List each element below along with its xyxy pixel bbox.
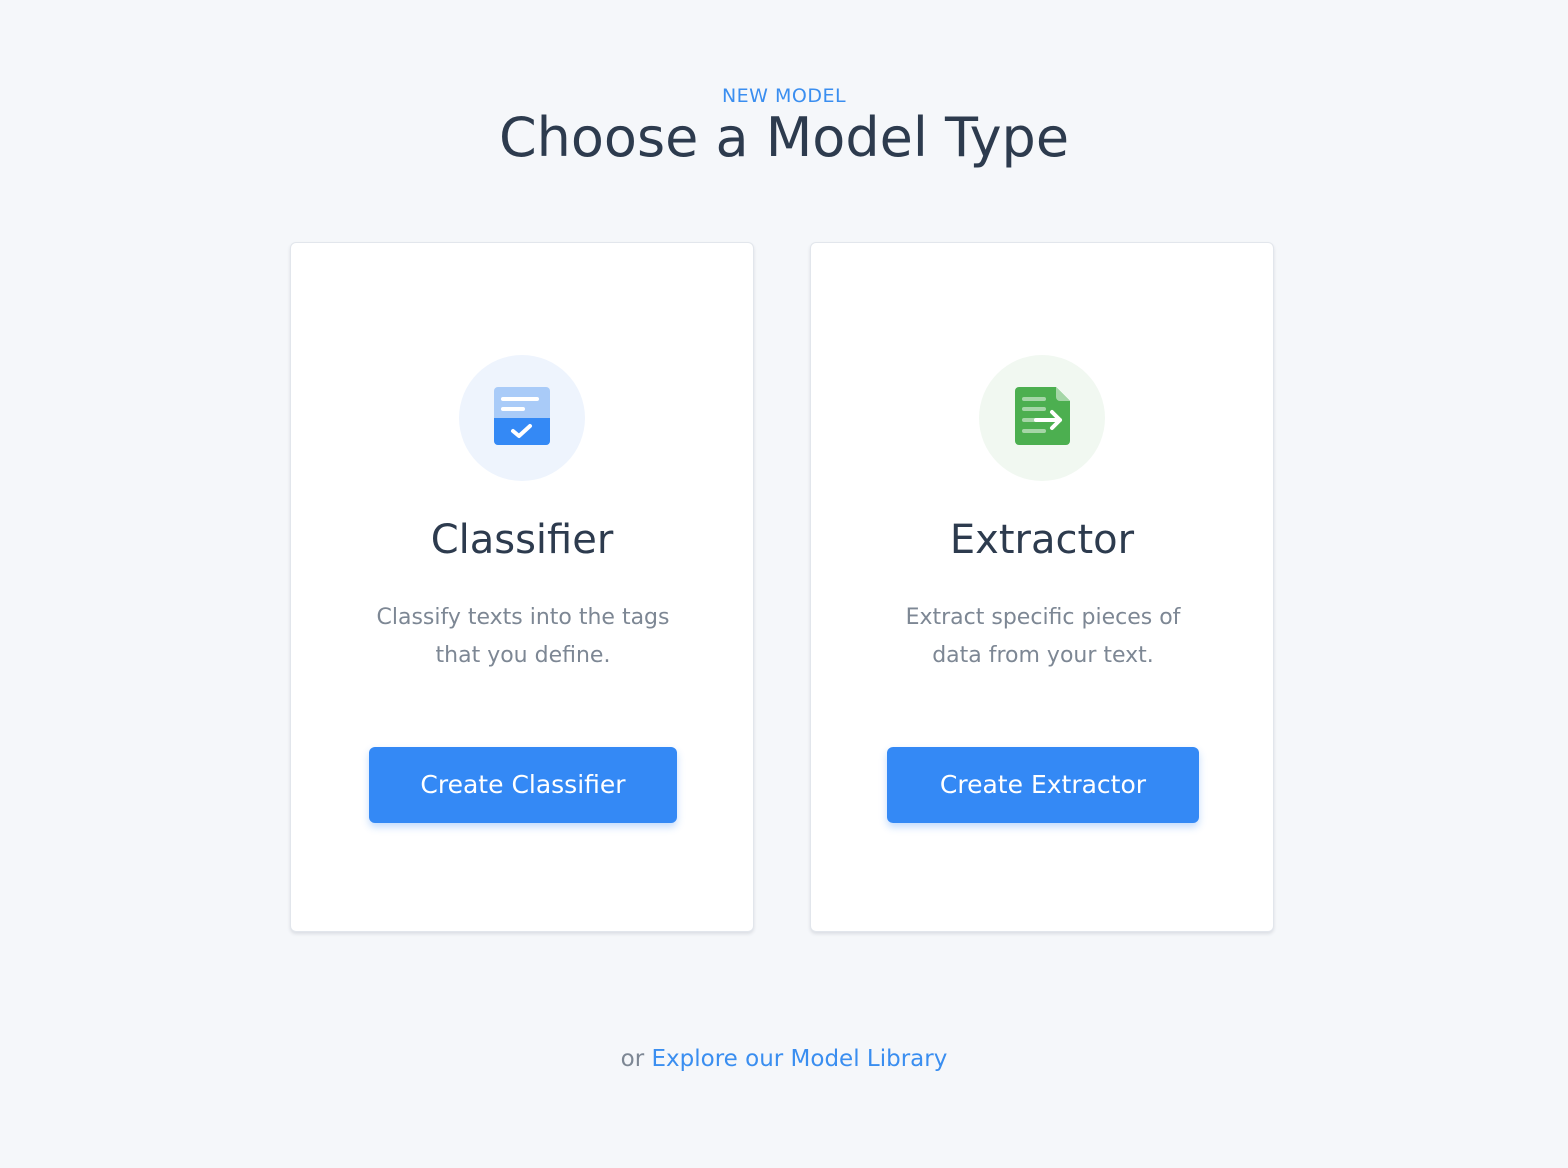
classifier-title: Classifier — [430, 517, 614, 563]
create-extractor-button[interactable]: Create Extractor — [887, 747, 1199, 823]
extractor-title: Extractor — [949, 517, 1135, 563]
page-title: Choose a Model Type — [498, 106, 1070, 169]
classifier-card: Classifier Classify texts into the tags … — [290, 242, 754, 932]
footer-prefix: or — [620, 1046, 645, 1072]
classifier-icon — [494, 387, 550, 445]
extractor-icon-circle — [979, 355, 1105, 481]
explore-model-library-link[interactable]: Explore our Model Library — [652, 1046, 948, 1072]
create-classifier-button[interactable]: Create Classifier — [369, 747, 677, 823]
classifier-description: Classify texts into the tags that you de… — [376, 605, 670, 668]
extractor-card: Extractor Extract specific pieces of dat… — [810, 242, 1274, 932]
footer: or Explore our Model Library — [0, 1046, 1568, 1072]
classifier-icon-circle — [459, 355, 585, 481]
extractor-description: Extract specific pieces of data from you… — [905, 605, 1181, 668]
extractor-icon — [1015, 387, 1070, 445]
